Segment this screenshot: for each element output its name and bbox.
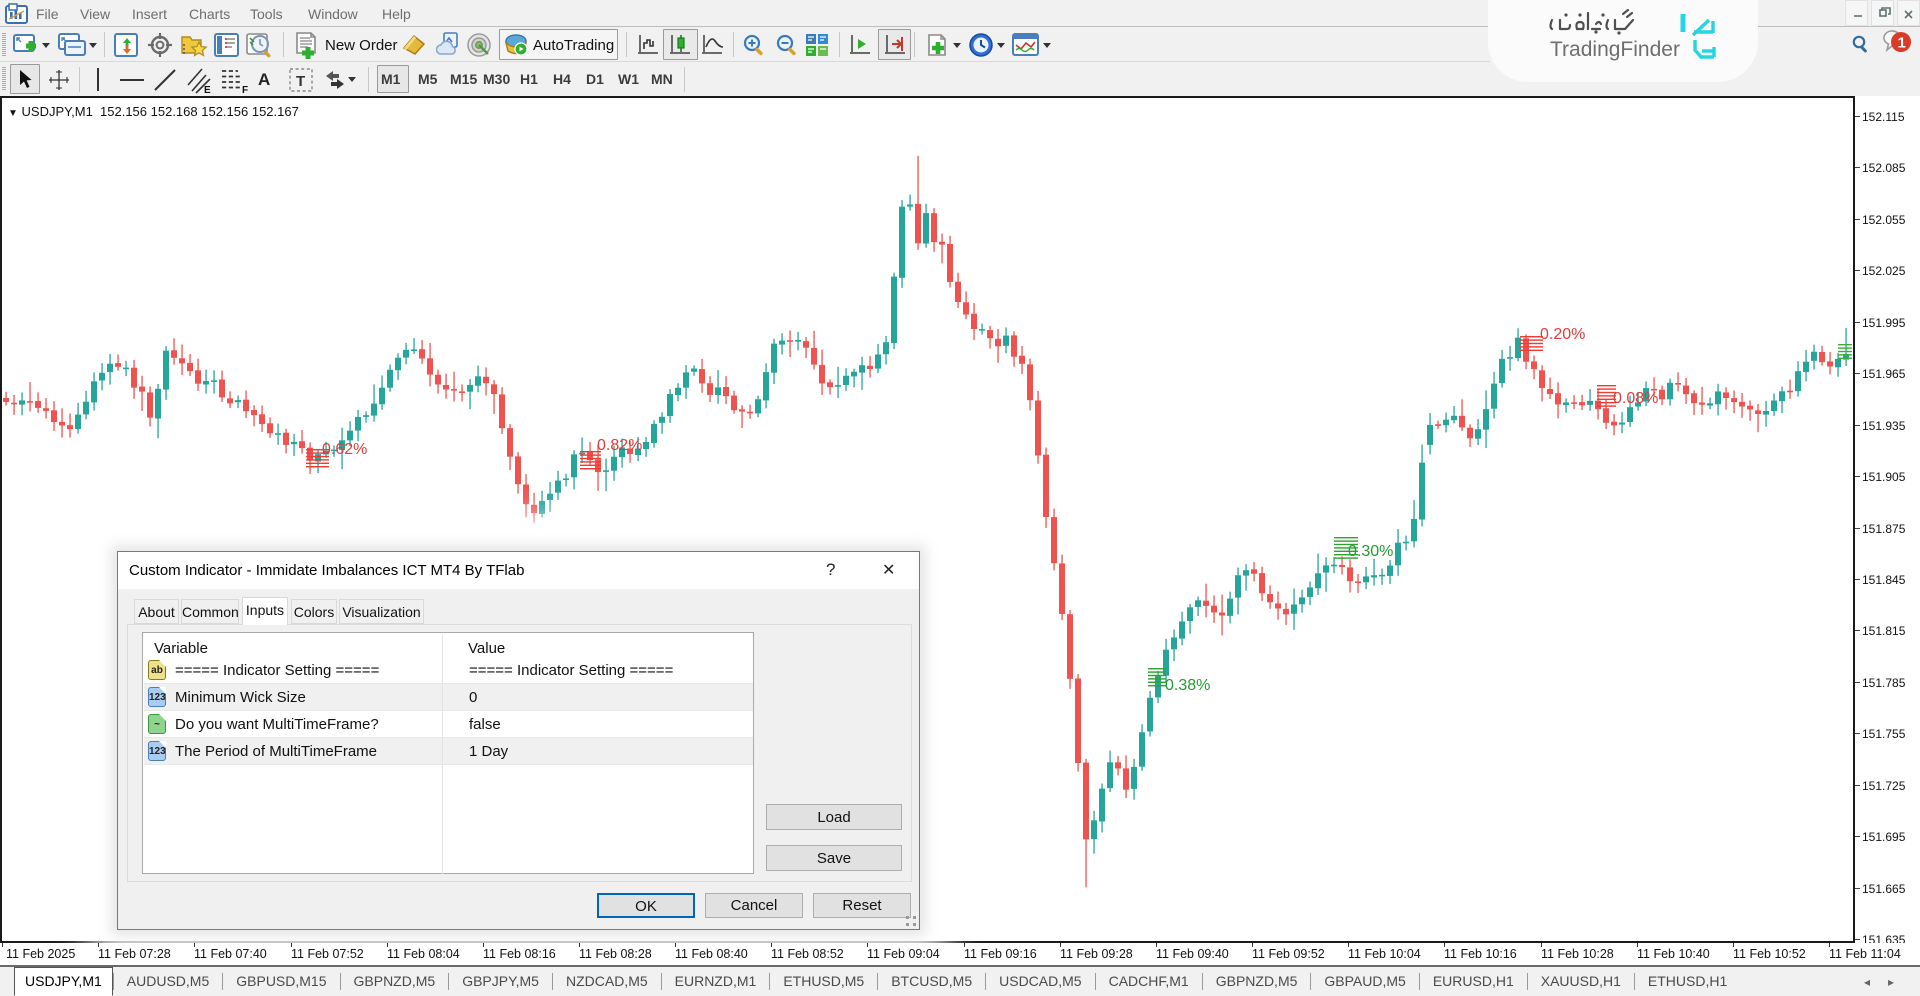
svg-text:T: T — [296, 73, 305, 90]
svg-text:1: 1 — [1898, 35, 1906, 52]
svg-text:0.38%: 0.38% — [1165, 677, 1210, 694]
svg-text:0.08%: 0.08% — [1613, 390, 1658, 407]
svg-text:E: E — [204, 85, 211, 94]
svg-text:TradingFinder: TradingFinder — [1550, 38, 1680, 61]
svg-text:0.82%: 0.82% — [597, 437, 642, 454]
svg-text:0.30%: 0.30% — [1348, 543, 1393, 560]
svg-text:0.20%: 0.20% — [1540, 326, 1585, 343]
svg-text:0.62%: 0.62% — [322, 441, 367, 458]
svg-text:F: F — [242, 85, 248, 94]
